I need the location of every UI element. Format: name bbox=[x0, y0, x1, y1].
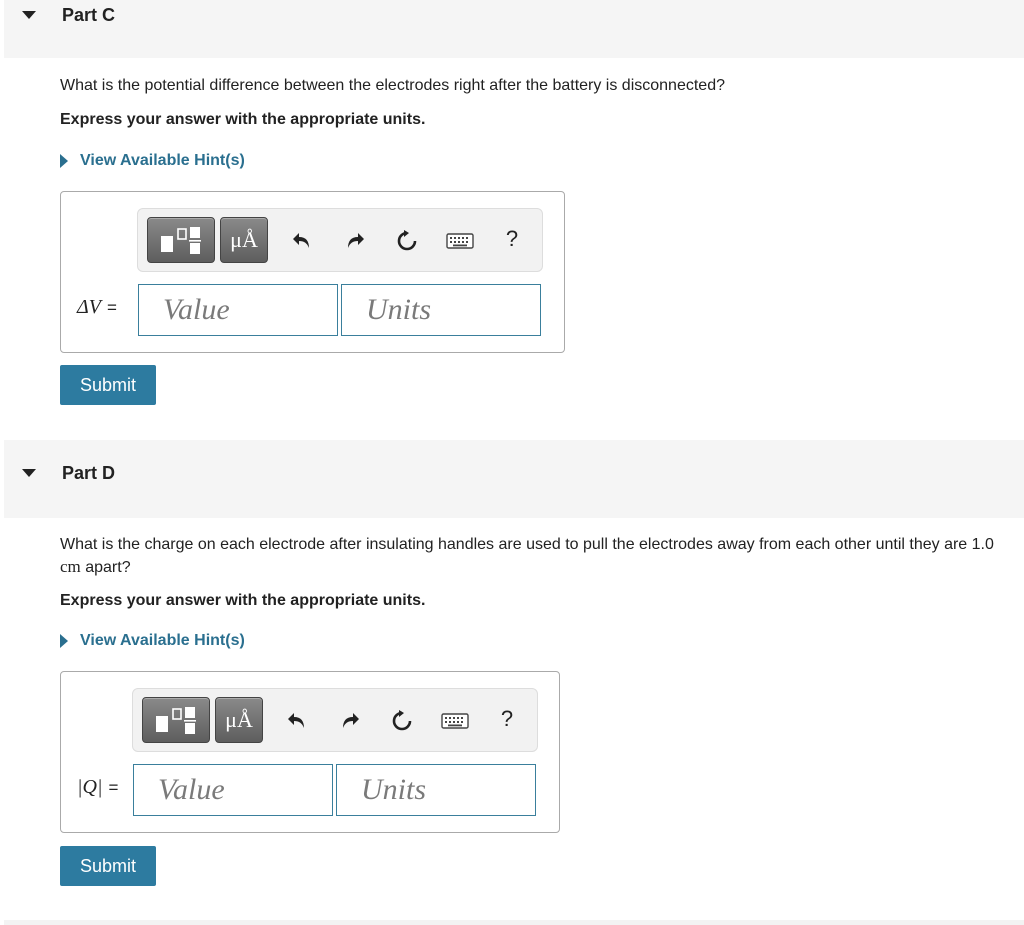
hint-caret-icon bbox=[60, 154, 68, 168]
part-c-units-input[interactable] bbox=[341, 284, 541, 336]
part-c-hint-toggle[interactable]: View Available Hint(s) bbox=[60, 152, 245, 170]
redo-button[interactable] bbox=[336, 707, 364, 735]
templates-icon bbox=[161, 227, 201, 254]
help-button[interactable]: ? bbox=[498, 225, 526, 253]
undo-icon bbox=[288, 713, 304, 728]
part-c-math-toolbar: μÅ ? bbox=[137, 208, 543, 272]
redo-button[interactable] bbox=[341, 227, 369, 255]
part-c-submit-button[interactable]: Submit bbox=[60, 365, 156, 405]
help-label: ? bbox=[500, 706, 514, 731]
part-d-submit-button[interactable]: Submit bbox=[60, 846, 156, 886]
part-c-value-input[interactable] bbox=[138, 284, 338, 336]
part-d-answer-box: μÅ ? |Q| = Value Units bbox=[60, 671, 560, 833]
templates-icon bbox=[156, 707, 196, 734]
question-text: What is the charge on each electrode aft… bbox=[60, 536, 994, 553]
keyboard-icon bbox=[446, 233, 474, 249]
part-d-units-input[interactable] bbox=[336, 764, 536, 816]
part-d-hint-toggle[interactable]: View Available Hint(s) bbox=[60, 632, 245, 650]
part-d-collapse-caret-icon[interactable] bbox=[22, 469, 36, 477]
hint-caret-icon bbox=[60, 634, 68, 648]
help-label: ? bbox=[505, 226, 519, 251]
undo-button[interactable] bbox=[283, 707, 311, 735]
variable-symbol: |Q| bbox=[77, 776, 103, 798]
templates-button[interactable] bbox=[142, 697, 210, 743]
part-c-hint-label: View Available Hint(s) bbox=[80, 152, 245, 169]
units-button[interactable]: μÅ bbox=[215, 697, 263, 743]
part-d-question: What is the charge on each electrode aft… bbox=[60, 534, 1010, 579]
part-c-question: What is the potential difference between… bbox=[60, 77, 725, 94]
part-c-variable-label: ΔV = bbox=[77, 296, 117, 319]
part-d-variable-label: |Q| = bbox=[77, 776, 118, 799]
question-text-end: apart? bbox=[80, 559, 131, 576]
redo-icon bbox=[348, 233, 364, 248]
part-d-math-toolbar: μÅ ? bbox=[132, 688, 538, 752]
reset-button[interactable] bbox=[393, 227, 421, 255]
keyboard-icon bbox=[441, 713, 469, 729]
reset-icon bbox=[392, 710, 412, 731]
equals-sign: = bbox=[106, 297, 117, 317]
undo-icon bbox=[293, 233, 309, 248]
templates-button[interactable] bbox=[147, 217, 215, 263]
variable-symbol: ΔV bbox=[77, 296, 101, 318]
part-d-hint-label: View Available Hint(s) bbox=[80, 632, 245, 649]
question-unit: cm bbox=[60, 557, 81, 576]
part-c-collapse-caret-icon[interactable] bbox=[22, 11, 36, 19]
reset-button[interactable] bbox=[388, 707, 416, 735]
part-d-header[interactable] bbox=[4, 440, 1024, 518]
help-button[interactable]: ? bbox=[493, 705, 521, 733]
keyboard-button[interactable] bbox=[444, 227, 476, 255]
part-c-instruction: Express your answer with the appropriate… bbox=[60, 111, 426, 128]
units-label: μÅ bbox=[230, 227, 258, 252]
part-c-header[interactable] bbox=[4, 0, 1024, 58]
redo-icon bbox=[343, 713, 359, 728]
part-c-answer-box: μÅ ? ΔV = Value Units bbox=[60, 191, 565, 353]
section-divider bbox=[4, 920, 1024, 925]
reset-icon bbox=[397, 230, 417, 251]
part-c-title: Part C bbox=[62, 5, 116, 25]
units-label: μÅ bbox=[225, 707, 253, 732]
part-d-title: Part D bbox=[62, 463, 116, 483]
equals-sign: = bbox=[108, 777, 119, 797]
part-d-value-input[interactable] bbox=[133, 764, 333, 816]
part-d-instruction: Express your answer with the appropriate… bbox=[60, 592, 426, 609]
undo-button[interactable] bbox=[288, 227, 316, 255]
units-button[interactable]: μÅ bbox=[220, 217, 268, 263]
keyboard-button[interactable] bbox=[439, 707, 471, 735]
